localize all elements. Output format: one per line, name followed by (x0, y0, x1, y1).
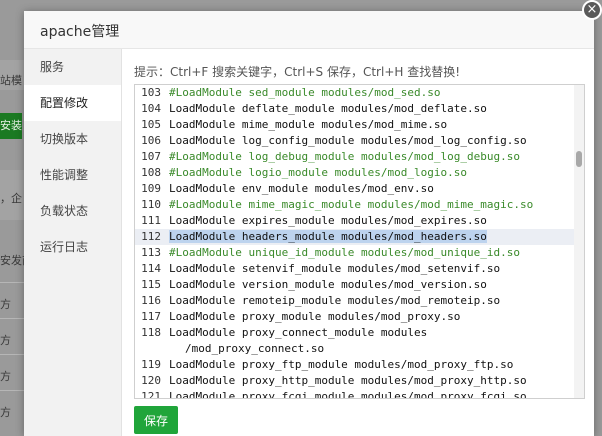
shortcut-tip: 提示：Ctrl+F 搜索关键字，Ctrl+S 保存，Ctrl+H 查找替换! (134, 65, 461, 79)
code-line[interactable]: 108 #LoadModule logio_module modules/mod_… (135, 165, 584, 181)
line-number: 109 (141, 182, 161, 195)
code-text[interactable]: LoadModule proxy_ftp_module modules/mod_… (169, 358, 513, 371)
code-text[interactable]: LoadModule proxy_http_module modules/mod… (169, 374, 527, 387)
dialog-title: apache管理 (40, 24, 120, 40)
dialog-sidebar: 服务 配置修改 切换版本 性能调整 负载状态 运行日志 (24, 49, 122, 436)
code-line[interactable]: 118 LoadModule proxy_connect_module modul… (135, 325, 584, 341)
code-text[interactable]: LoadModule remoteip_module modules/mod_r… (169, 294, 500, 307)
close-icon[interactable]: × (582, 0, 602, 20)
code-line[interactable]: 103 #LoadModule sed_module modules/mod_se… (135, 85, 584, 101)
code-text[interactable]: LoadModule proxy_fcgi_module modules/mod… (169, 390, 527, 398)
background-text: 站模 (0, 74, 22, 87)
config-code-editor[interactable]: 103 #LoadModule sed_module modules/mod_se… (134, 84, 585, 399)
code-text[interactable]: LoadModule deflate_module modules/mod_de… (169, 102, 487, 115)
code-text[interactable]: #LoadModule mime_magic_module modules/mo… (169, 198, 533, 211)
background-divider (0, 354, 24, 355)
line-number: 118 (141, 326, 161, 339)
code-text[interactable]: #LoadModule unique_id_module modules/mod… (169, 246, 520, 259)
code-line[interactable]: 115 LoadModule version_module modules/mod… (135, 277, 584, 293)
code-line[interactable]: 120 LoadModule proxy_http_module modules/… (135, 373, 584, 389)
background-divider (0, 318, 24, 319)
sidebar-item-service[interactable]: 服务 (24, 49, 121, 85)
background-divider (0, 282, 24, 283)
sidebar-item-performance-tuning[interactable]: 性能调整 (24, 157, 121, 193)
background-text: 方 (0, 406, 11, 419)
code-text[interactable]: LoadModule proxy_module modules/mod_prox… (169, 310, 460, 323)
apache-manager-dialog: apache管理 服务 配置修改 切换版本 性能调整 负载状态 运行日志 提示：… (24, 11, 594, 436)
code-text[interactable]: LoadModule setenvif_module modules/mod_s… (169, 262, 500, 275)
line-number: 107 (141, 150, 161, 163)
editor-lines[interactable]: 103 #LoadModule sed_module modules/mod_se… (135, 85, 584, 399)
line-number: 103 (141, 86, 161, 99)
line-number: 116 (141, 294, 161, 307)
code-line[interactable]: 113 #LoadModule unique_id_module modules/… (135, 245, 584, 261)
code-text[interactable]: #LoadModule sed_module modules/mod_sed.s… (169, 86, 441, 99)
code-text[interactable]: LoadModule expires_module modules/mod_ex… (169, 214, 487, 227)
code-line[interactable]: 116 LoadModule remoteip_module modules/mo… (135, 293, 584, 309)
editor-scrollbar[interactable] (574, 85, 584, 398)
line-number: 117 (141, 310, 161, 323)
code-text[interactable]: #LoadModule log_debug_module modules/mod… (169, 150, 520, 163)
line-number: 121 (141, 390, 161, 399)
code-line[interactable]: 106 LoadModule log_config_module modules/… (135, 133, 584, 149)
code-line-continuation[interactable]: /mod_proxy_connect.so (135, 341, 584, 357)
sidebar-item-load-status[interactable]: 负载状态 (24, 193, 121, 229)
sidebar-item-switch-version[interactable]: 切换版本 (24, 121, 121, 157)
background-install-button: 安装 (0, 113, 22, 139)
code-line[interactable]: 105 LoadModule mime_module modules/mod_mi… (135, 117, 584, 133)
line-number: 105 (141, 118, 161, 131)
sidebar-item-config-edit[interactable]: 配置修改 (24, 85, 121, 121)
code-text[interactable]: LoadModule mime_module modules/mod_mime.… (169, 118, 447, 131)
sidebar-item-run-log[interactable]: 运行日志 (24, 229, 121, 265)
line-number: 113 (141, 246, 161, 259)
background-text: 安发商 (0, 254, 24, 267)
line-number: 106 (141, 134, 161, 147)
background-text: 方 (0, 370, 11, 383)
code-line[interactable]: 121 LoadModule proxy_fcgi_module modules/… (135, 389, 584, 399)
code-line[interactable]: 114 LoadModule setenvif_module modules/mo… (135, 261, 584, 277)
background-text: ，企 (0, 192, 22, 205)
code-line[interactable]: 119 LoadModule proxy_ftp_module modules/m… (135, 357, 584, 373)
background-text: 方 (0, 334, 11, 347)
code-text[interactable]: LoadModule log_config_module modules/mod… (169, 134, 527, 147)
line-number: 115 (141, 278, 161, 291)
code-text[interactable]: LoadModule version_module modules/mod_ve… (169, 278, 487, 291)
code-line[interactable]: 110 #LoadModule mime_magic_module modules… (135, 197, 584, 213)
code-text[interactable]: LoadModule proxy_connect_module modules (169, 326, 427, 339)
code-line[interactable]: 107 #LoadModule log_debug_module modules/… (135, 149, 584, 165)
line-number: 119 (141, 358, 161, 371)
line-number: 110 (141, 198, 161, 211)
line-number: 114 (141, 262, 161, 275)
background-text: 方 (0, 298, 11, 311)
line-number: 111 (141, 214, 161, 227)
editor-scroll-thumb[interactable] (576, 151, 582, 167)
line-number: 112 (141, 230, 161, 243)
save-button[interactable]: 保存 (134, 406, 178, 434)
line-number: 120 (141, 374, 161, 387)
dialog-header: apache管理 (24, 11, 594, 49)
code-text[interactable]: LoadModule env_module modules/mod_env.so (169, 182, 434, 195)
line-number: 108 (141, 166, 161, 179)
code-line[interactable]: 104 LoadModule deflate_module modules/mod… (135, 101, 584, 117)
code-line[interactable]: 112 LoadModule headers_module modules/mod… (135, 229, 584, 245)
background-divider (0, 390, 24, 391)
code-text[interactable]: LoadModule headers_module modules/mod_he… (169, 230, 487, 243)
code-line[interactable]: 109 LoadModule env_module modules/mod_env… (135, 181, 584, 197)
code-text[interactable]: #LoadModule logio_module modules/mod_log… (169, 166, 467, 179)
code-line[interactable]: 111 LoadModule expires_module modules/mod… (135, 213, 584, 229)
line-number: 104 (141, 102, 161, 115)
config-edit-panel: 提示：Ctrl+F 搜索关键字，Ctrl+S 保存，Ctrl+H 查找替换! 1… (122, 49, 594, 436)
code-line[interactable]: 117 LoadModule proxy_module modules/mod_p… (135, 309, 584, 325)
